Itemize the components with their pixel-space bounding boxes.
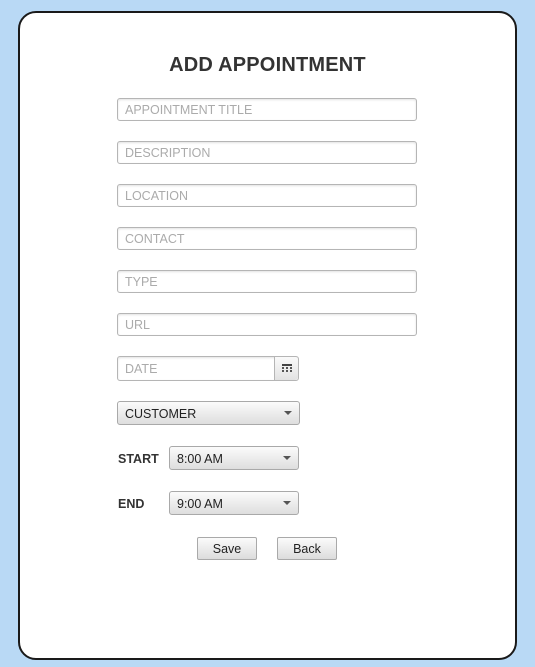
customer-select-value: CUSTOMER bbox=[125, 407, 197, 421]
start-label: START bbox=[118, 452, 159, 466]
location-input[interactable] bbox=[117, 184, 417, 207]
appointment-title-input[interactable] bbox=[117, 98, 417, 121]
type-input[interactable] bbox=[117, 270, 417, 293]
date-input[interactable] bbox=[118, 357, 274, 380]
end-label: END bbox=[118, 497, 145, 511]
back-button[interactable]: Back bbox=[277, 537, 337, 560]
end-time-select[interactable]: 9:00 AM bbox=[169, 491, 299, 515]
calendar-button[interactable] bbox=[274, 357, 298, 380]
contact-input[interactable] bbox=[117, 227, 417, 250]
start-time-value: 8:00 AM bbox=[177, 452, 223, 466]
end-time-value: 9:00 AM bbox=[177, 497, 223, 511]
url-input[interactable] bbox=[117, 313, 417, 336]
page-title: ADD APPOINTMENT bbox=[169, 54, 366, 76]
start-time-select[interactable]: 8:00 AM bbox=[169, 446, 299, 470]
chevron-down-icon bbox=[283, 456, 291, 460]
chevron-down-icon bbox=[283, 501, 291, 505]
calendar-icon bbox=[282, 364, 292, 372]
save-button[interactable]: Save bbox=[197, 537, 257, 560]
customer-select[interactable]: CUSTOMER bbox=[117, 401, 300, 425]
date-picker bbox=[117, 356, 299, 381]
description-input[interactable] bbox=[117, 141, 417, 164]
chevron-down-icon bbox=[284, 411, 292, 415]
